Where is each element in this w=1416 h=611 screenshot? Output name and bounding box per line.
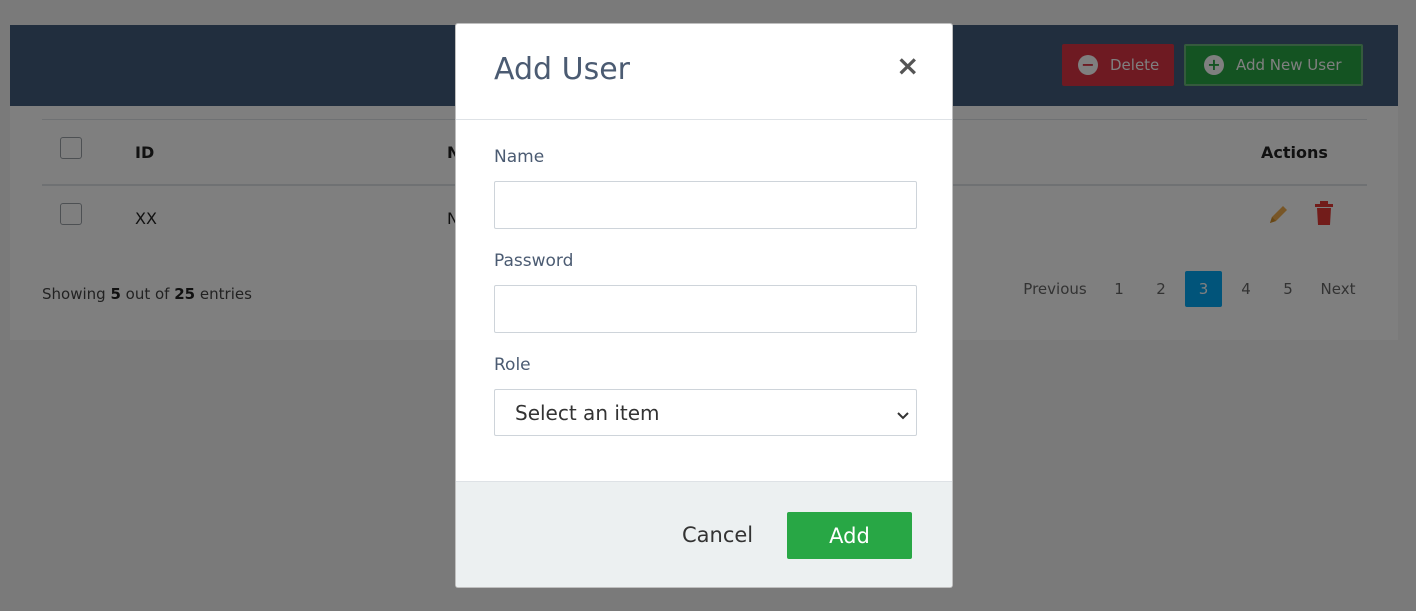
modal-footer: Cancel Add xyxy=(456,481,952,587)
role-label: Role xyxy=(494,355,531,375)
password-label: Password xyxy=(494,251,574,271)
role-select-value: Select an item xyxy=(515,400,660,425)
name-label: Name xyxy=(494,147,545,167)
add-button[interactable]: Add xyxy=(787,512,912,559)
role-select[interactable]: Select an item xyxy=(494,389,917,436)
name-input[interactable] xyxy=(494,181,917,229)
cancel-button[interactable]: Cancel xyxy=(682,523,753,547)
modal-title: Add User xyxy=(494,52,630,87)
modal-header: Add User × xyxy=(456,24,952,120)
chevron-down-icon xyxy=(896,404,910,428)
password-input[interactable] xyxy=(494,285,917,333)
close-icon[interactable]: × xyxy=(896,52,919,80)
add-user-modal: Add User × Name Password Role Select an … xyxy=(455,23,953,588)
